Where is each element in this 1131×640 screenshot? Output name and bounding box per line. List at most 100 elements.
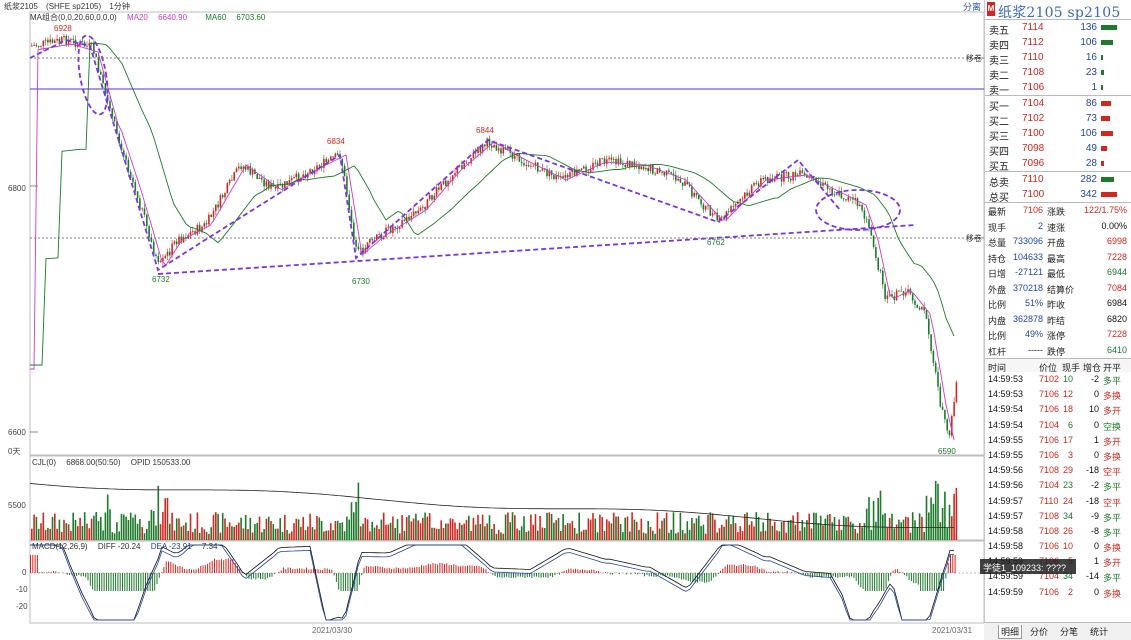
ask-row[interactable]: 卖二 7108 23 <box>985 65 1131 82</box>
bid-row[interactable]: 买三 7100 106 <box>985 126 1131 143</box>
tick-row[interactable]: 14:59:59 7106 2 0 多换 <box>985 585 1131 600</box>
tick-trade-type: 多平 <box>1103 482 1122 493</box>
tick-row[interactable]: 14:59:54 7104 6 0 空换 <box>985 418 1131 433</box>
candle-body <box>833 194 836 196</box>
period-selector[interactable]: 1分钟 <box>109 2 129 11</box>
candle-body <box>258 177 261 179</box>
detach-button[interactable]: 分离 <box>963 0 981 13</box>
tick-row[interactable]: 14:59:56 7108 29 -18 空平 <box>985 463 1131 478</box>
macd-histogram-bar <box>39 572 41 573</box>
volume-bar <box>468 515 470 540</box>
ask-row[interactable]: 卖一 7106 1 <box>985 80 1131 97</box>
stat-value: 362878 <box>1012 313 1043 324</box>
macd-histogram-bar <box>485 569 487 573</box>
macd-histogram-bar <box>494 573 496 576</box>
tab-price-dist[interactable]: 分价 <box>1028 625 1050 638</box>
macd-histogram-bar <box>112 573 114 591</box>
macd-histogram-bar <box>349 573 351 591</box>
macd-histogram-bar <box>945 573 947 579</box>
bid-volume: 28 <box>1085 158 1097 169</box>
tick-row[interactable]: 14:59:58 7108 26 -8 多平 <box>985 524 1131 539</box>
candle-body <box>704 205 707 210</box>
macd-histogram-bar <box>292 569 294 573</box>
total-row[interactable]: 总卖 7110 282 <box>985 172 1131 189</box>
candle-body <box>235 168 238 173</box>
tab-tick-by-tick[interactable]: 分笔 <box>1058 625 1080 638</box>
volume-indicator[interactable]: CJL(0) <box>32 458 56 467</box>
macd-histogram-bar <box>55 571 57 573</box>
volume-bar <box>210 527 212 540</box>
macd-histogram-bar <box>593 569 595 573</box>
macd-histogram-bar <box>76 573 77 576</box>
bid-row[interactable]: 买一 7104 86 <box>985 96 1131 113</box>
macd-histogram-bar <box>683 573 685 580</box>
volume-bar <box>438 528 440 540</box>
chart-title-bar: 纸浆2105 (SHFE sp2105) 1分钟 <box>4 1 136 12</box>
total-row[interactable]: 总买 7100 342 <box>985 187 1131 204</box>
macd-histogram-bar <box>878 573 880 591</box>
tick-row[interactable]: 14:59:56 7104 23 -2 多平 <box>985 478 1131 493</box>
candle-body <box>474 152 477 154</box>
tick-row[interactable]: 14:59:55 7106 3 0 多换 <box>985 448 1131 463</box>
tab-detail[interactable]: 明细 <box>998 625 1023 639</box>
tick-row[interactable]: 14:59:57 7110 24 -18 空平 <box>985 494 1131 509</box>
bid-row[interactable]: 买二 7102 73 <box>985 111 1131 128</box>
ma-indicator-name[interactable]: MA组合(0,0,20,60,0,0,0) <box>30 13 117 22</box>
macd-histogram-bar <box>508 573 510 578</box>
volume-bar <box>120 514 123 540</box>
volume-bar <box>799 530 801 540</box>
tick-row[interactable]: 14:59:54 7106 18 10 多开 <box>985 402 1131 417</box>
volume-bar <box>274 528 277 540</box>
bid-row[interactable]: 买五 7096 28 <box>985 156 1131 173</box>
macd-indicator[interactable]: MACD(12,26,9) <box>32 542 88 551</box>
stat-row: 外盘 370218 结算价 7084 <box>985 281 1131 297</box>
volume-bar <box>787 520 790 540</box>
ma20-line <box>30 43 955 441</box>
macd-histogram-bar <box>669 573 671 577</box>
volume-bar <box>663 518 666 540</box>
volume-bar <box>415 513 417 540</box>
volume-bar <box>387 524 390 540</box>
volume-bar <box>608 521 610 540</box>
volume-bar <box>601 517 603 540</box>
stat-value: 0.00% <box>1101 220 1127 231</box>
ask-volume: 23 <box>1085 67 1097 78</box>
macd-histogram-bar <box>418 566 420 573</box>
highlight-ellipse-right <box>815 189 901 231</box>
ask-row[interactable]: 卖四 7112 106 <box>985 35 1131 52</box>
macd-histogram-bar <box>897 569 899 573</box>
macd-histogram-bar <box>317 569 319 573</box>
volume-bar <box>256 523 258 540</box>
ask-row[interactable]: 卖三 7110 16 <box>985 50 1131 67</box>
tick-row[interactable]: 14:59:53 7102 10 -2 多平 <box>985 372 1131 387</box>
tick-volume: 34 <box>1062 510 1073 521</box>
tick-time: 14:59:54 <box>988 404 1024 415</box>
macd-histogram-bar <box>531 573 533 578</box>
candle-body <box>877 258 879 270</box>
macd-histogram-bar <box>565 570 567 573</box>
candle-body <box>134 182 137 192</box>
tick-row[interactable]: 14:59:57 7108 34 -9 多平 <box>985 509 1131 524</box>
tick-row[interactable]: 14:59:53 7106 12 0 多换 <box>985 387 1131 402</box>
candle-body <box>376 234 378 241</box>
macd-histogram-bar <box>287 567 289 573</box>
candle-body <box>916 304 919 308</box>
volume-bar <box>870 529 873 540</box>
tab-statistics[interactable]: 统计 <box>1088 625 1110 638</box>
volume-bar <box>309 513 311 540</box>
macd-histogram-bar <box>915 573 917 584</box>
candle-body <box>532 165 534 167</box>
volume-bar <box>458 522 461 540</box>
ask-row[interactable]: 卖五 7114 136 <box>985 20 1131 37</box>
tick-row[interactable]: 14:59:55 7106 17 1 多开 <box>985 433 1131 448</box>
volume-bar <box>196 512 199 540</box>
tick-row[interactable]: 14:59:58 7106 10 0 多换 <box>985 539 1131 554</box>
macd-histogram-bar <box>423 565 425 573</box>
candle-body <box>132 177 134 183</box>
macd-histogram-bar <box>577 569 579 573</box>
volume-bar <box>359 526 362 540</box>
chart-area[interactable]: 纸浆2105 (SHFE sp2105) 1分钟 分离 MA组合(0,0,20,… <box>0 0 984 640</box>
volume-bar <box>833 517 836 540</box>
volume-bar <box>585 529 587 540</box>
bid-row[interactable]: 买四 7098 49 <box>985 141 1131 158</box>
